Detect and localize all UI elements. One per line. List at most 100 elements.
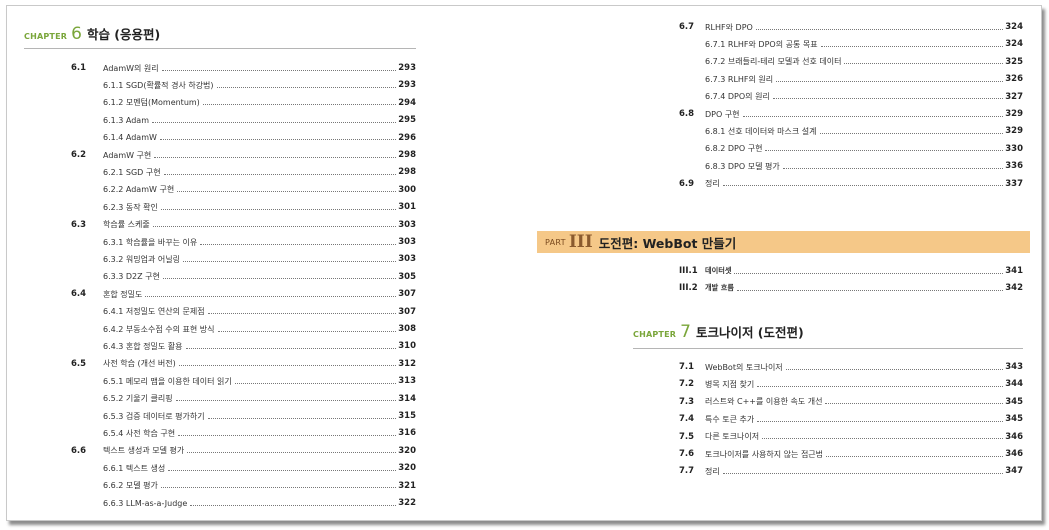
toc-list-chapter-6: 6.1 AdamW의 원리 293 6.1.1 SGD(확률적 경사 하강법) 293 6… xyxy=(71,61,416,521)
toc-entry: 6.8 DPO 구현 329 xyxy=(679,107,1023,121)
toc-entry-page: 346 xyxy=(1005,431,1023,442)
toc-entry-page: 294 xyxy=(398,97,416,108)
dot-leader xyxy=(163,173,396,175)
toc-entry-page: 303 xyxy=(398,254,416,265)
toc-entry: 6.8.3 DPO 모델 평가 336 xyxy=(679,159,1023,173)
toc-entry: 6.4 혼합 정밀도 307 xyxy=(71,287,416,301)
part-label: PART xyxy=(545,237,566,247)
toc-entry: 6.3.3 D2Z 구현 305 xyxy=(71,270,416,284)
toc-entry-page: 345 xyxy=(1005,414,1023,425)
toc-entry-title: 6.2.3 동작 확인 xyxy=(103,202,158,212)
dot-leader xyxy=(722,185,1003,187)
toc-entry-number: 6.4 xyxy=(71,289,87,300)
toc-entry-title: 6.1.4 AdamW xyxy=(103,133,157,143)
toc-entry-page: 296 xyxy=(398,132,416,143)
toc-entry-title: 6.6.1 텍스트 생성 xyxy=(103,463,166,473)
dot-leader xyxy=(819,132,1003,134)
toc-entry: 7.7 정리 347 xyxy=(679,464,1023,478)
toc-entry: 6.5 사전 학습 (개선 버전) 312 xyxy=(71,357,416,371)
chapter-6-heading: CHAPTER 6 학습 (응용편) xyxy=(24,24,160,43)
dot-leader xyxy=(734,272,1003,274)
dot-leader xyxy=(152,121,396,123)
toc-entry: 6.4.1 저정밀도 연산의 문제점 307 xyxy=(71,305,416,319)
toc-entry-page: 346 xyxy=(1005,449,1023,459)
toc-entry-title: 데이터셋 xyxy=(705,266,732,275)
dot-leader xyxy=(762,438,1003,440)
toc-entry-title: 특수 토큰 추가 xyxy=(705,414,755,424)
toc-entry-page: 303 xyxy=(398,237,416,247)
toc-entry: 6.7.2 브래들리-테리 모델과 선호 데이터 325 xyxy=(679,55,1023,69)
toc-entry-title: 혼합 정밀도 xyxy=(103,289,143,299)
toc-entry: 6.3.1 학습률을 바꾸는 이유 303 xyxy=(71,235,416,249)
dot-leader xyxy=(785,368,1003,370)
dot-leader xyxy=(742,115,1003,117)
toc-entry-page: 293 xyxy=(398,63,416,73)
toc-entry-title: 6.3.1 학습률을 바꾸는 이유 xyxy=(103,237,198,247)
dot-leader xyxy=(178,365,396,367)
toc-entry-title: 토크나이저를 사용하지 않는 접근법 xyxy=(705,449,824,459)
toc-entry-number: 6.3 xyxy=(71,219,87,230)
toc-entry-page: 314 xyxy=(398,393,416,404)
dot-leader xyxy=(216,86,396,88)
toc-entry-page: 315 xyxy=(398,411,416,421)
dot-leader xyxy=(159,139,396,141)
toc-entry-page: 324 xyxy=(1005,39,1023,50)
toc-entry-page: 307 xyxy=(398,289,416,300)
toc-entry-page: 322 xyxy=(398,498,416,508)
dot-leader xyxy=(200,243,396,245)
toc-entry: 6.5.3 검증 데이터로 평가하기 315 xyxy=(71,409,416,423)
toc-entry-title: 6.5.1 메모리 맵을 이용한 데이터 읽기 xyxy=(103,376,232,386)
dot-leader xyxy=(722,472,1003,474)
toc-entry-page: 330 xyxy=(1005,143,1023,154)
toc-entry: 6.5.2 기울기 클리핑 314 xyxy=(71,392,416,406)
toc-entry-number: 6.1 xyxy=(71,63,87,73)
toc-entry-title: WebBot의 토크나이저 xyxy=(705,362,783,372)
toc-entry: 6.3 학습률 스케줄 303 xyxy=(71,218,416,232)
toc-entry-title: 6.7.3 RLHF의 원리 xyxy=(705,74,774,84)
toc-entry-page: 347 xyxy=(1005,466,1023,477)
toc-entry: 7.1 WebBot의 토크나이저 343 xyxy=(679,360,1023,374)
toc-entry-title: 정리 xyxy=(705,466,720,476)
dot-leader xyxy=(152,226,396,228)
toc-entry-page: 320 xyxy=(398,463,416,474)
toc-entry-page: 324 xyxy=(1005,22,1023,32)
part-3-banner: PART III 도전편: WebBot 만들기 xyxy=(537,231,1030,253)
part-title: 도전편: WebBot 만들기 xyxy=(598,235,737,251)
toc-entry: III.1 데이터셋 341 xyxy=(679,264,1023,278)
dot-leader xyxy=(776,80,1003,82)
dot-leader xyxy=(161,69,396,71)
toc-entry: 6.6.3 LLM-as-a-Judge 322 xyxy=(71,496,416,510)
chapter-label: CHAPTER xyxy=(24,32,68,41)
toc-entry-page: 300 xyxy=(398,184,416,195)
toc-entry-page: 312 xyxy=(398,358,416,369)
toc-entry-number: 6.5 xyxy=(71,358,87,369)
dot-leader xyxy=(177,191,396,193)
toc-entry: 6.1.3 Adam 295 xyxy=(71,113,416,127)
toc-entry-page: 308 xyxy=(398,324,416,334)
toc-entry-title: 6.6.2 모델 평가 xyxy=(103,481,158,491)
dot-leader xyxy=(234,382,396,384)
dot-leader xyxy=(757,385,1003,387)
toc-entry-page: 307 xyxy=(398,306,416,317)
toc-entry-page: 327 xyxy=(1005,91,1023,102)
dot-leader xyxy=(154,156,396,158)
dot-leader xyxy=(168,469,396,471)
toc-entry-page: 316 xyxy=(398,428,416,439)
toc-entry-title: 6.4.3 혼합 정밀도 활용 xyxy=(103,341,183,351)
dot-leader xyxy=(772,98,1003,100)
toc-entry: 6.3.2 워밍업과 어닐링 303 xyxy=(71,252,416,266)
toc-entry-page: 342 xyxy=(1005,283,1023,293)
dot-leader xyxy=(820,45,1003,47)
toc-entry-title: 6.7.4 DPO의 원리 xyxy=(705,92,770,102)
toc-entry: 6.4.3 혼합 정밀도 활용 310 xyxy=(71,339,416,353)
dot-leader xyxy=(765,150,1003,152)
toc-entry-page: 303 xyxy=(398,219,416,230)
dot-leader xyxy=(825,403,1003,405)
toc-list-part-3: III.1 데이터셋 341 III.2 개발 흐름 342 xyxy=(679,264,1023,296)
part-number: III xyxy=(568,232,593,252)
chapter-title: 토크나이저 (도전편) xyxy=(695,325,804,340)
toc-entry-title: 6.8.3 DPO 모델 평가 xyxy=(705,161,780,171)
toc-entry-title: 6.4.1 저정밀도 연산의 문제점 xyxy=(103,307,205,317)
toc-entry-title: 6.5.2 기울기 클리핑 xyxy=(103,394,173,404)
toc-entry-page: 344 xyxy=(1005,379,1023,390)
